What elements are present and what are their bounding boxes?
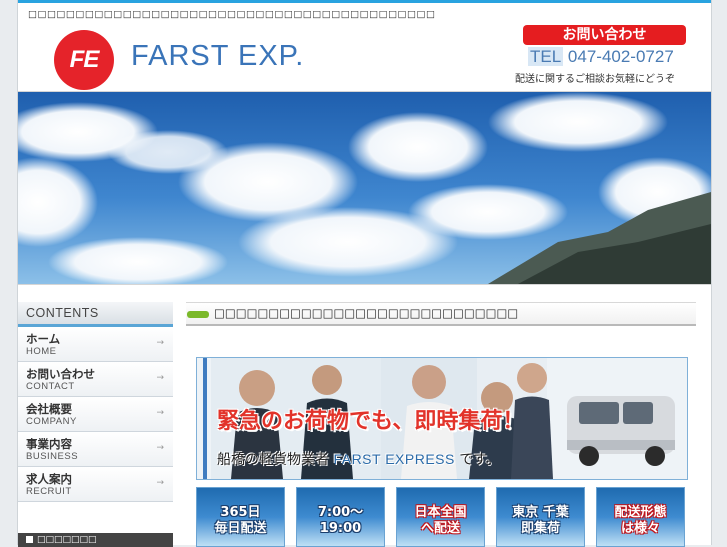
tile-line1: 365日 — [220, 505, 261, 520]
tile-text: 配送形態 は様々 — [597, 505, 684, 537]
nav-label-jp: お問い合わせ — [26, 367, 95, 381]
tile-text: 365日 毎日配送 — [197, 505, 284, 537]
section-title: □□□□□□□□□□□□□□□□□□□□□□□□□□□□ — [214, 306, 519, 320]
tile-text: 7:00～ 19:00 — [297, 505, 384, 537]
contact-button[interactable]: お問い合わせ — [523, 25, 686, 45]
banner-sub-suffix: です。 — [459, 452, 500, 468]
nav-label-jp: ホーム — [26, 332, 61, 346]
nav-label-jp: 求人案内 — [26, 472, 72, 486]
contact-phone: TEL 047-402-0727 — [528, 47, 674, 67]
feature-tiles: 365日 毎日配送 7:00～ 19:00 日本全国 へ配送 東京 千葉 即集荷 — [196, 487, 688, 547]
arrow-right-icon: → — [156, 408, 164, 418]
tile-365-days[interactable]: 365日 毎日配送 — [196, 487, 285, 547]
nav-label-en: BUSINESS — [26, 451, 79, 462]
tile-line1: 7:00～ — [317, 505, 364, 520]
sidebar-title: CONTENTS — [18, 302, 173, 327]
tile-hours[interactable]: 7:00～ 19:00 — [296, 487, 385, 547]
nav-label-en: COMPANY — [26, 416, 77, 427]
page: □□□□□□□□□□□□□□□□□□□□□□□□□□□□□□□□□□□□□□□□… — [17, 0, 712, 547]
arrow-right-icon: → — [156, 478, 164, 488]
tile-tokyo-chiba[interactable]: 東京 千葉 即集荷 — [496, 487, 585, 547]
sidebar-item-home[interactable]: ホーム HOME → — [18, 327, 173, 362]
nav-label-en: HOME — [26, 346, 57, 357]
tel-label: TEL — [528, 47, 564, 66]
main-banner[interactable]: 緊急のお荷物でも、即時集荷！ 船橋の軽貨物業者 FARST EXPRESS です… — [196, 357, 688, 480]
tile-line2: 19:00 — [319, 521, 362, 536]
nav-label-en: RECRUIT — [26, 486, 72, 497]
banner-company-name: FARST EXPRESS — [333, 451, 455, 467]
logo-text[interactable]: FARST EXP. — [131, 40, 304, 73]
tile-line2: は様々 — [620, 521, 660, 536]
sidebar-bottom-banner-label: □□□□□□□ — [37, 535, 97, 545]
tel-number: 047-402-0727 — [567, 47, 674, 66]
sidebar: CONTENTS ホーム HOME → お問い合わせ CONTACT → 会社概… — [18, 302, 173, 502]
nav-label-jp: 会社概要 — [26, 402, 72, 416]
tile-nationwide[interactable]: 日本全国 へ配送 — [396, 487, 485, 547]
banner-subline: 船橋の軽貨物業者 FARST EXPRESS です。 — [217, 449, 500, 469]
sidebar-item-contact[interactable]: お問い合わせ CONTACT → — [18, 362, 173, 397]
hero-sky-image — [18, 91, 711, 285]
arrow-right-icon: → — [156, 373, 164, 383]
tile-line1: 日本全国 — [414, 505, 467, 520]
green-bullet-icon — [187, 311, 209, 318]
tile-text: 東京 千葉 即集荷 — [497, 505, 584, 537]
sidebar-item-company[interactable]: 会社概要 COMPANY → — [18, 397, 173, 432]
arrow-right-icon: → — [156, 338, 164, 348]
header-tagline: □□□□□□□□□□□□□□□□□□□□□□□□□□□□□□□□□□□□□□□□… — [28, 9, 436, 20]
banner-headline: 緊急のお荷物でも、即時集荷！ — [217, 409, 525, 434]
tile-line1: 東京 千葉 — [512, 505, 569, 520]
tile-line2: へ配送 — [420, 521, 460, 536]
tile-line2: 毎日配送 — [214, 521, 267, 536]
hero-sky-illustration — [18, 92, 711, 284]
tile-text: 日本全国 へ配送 — [397, 505, 484, 537]
tile-line1: 配送形態 — [614, 505, 667, 520]
sidebar-item-recruit[interactable]: 求人案内 RECRUIT → — [18, 467, 173, 502]
arrow-right-icon: → — [156, 443, 164, 453]
nav-label-en: CONTACT — [26, 381, 75, 392]
logo-mark[interactable]: FE — [54, 30, 114, 90]
contact-note: 配送に関するご相談お気軽にどうぞ — [515, 74, 675, 85]
nav-label-jp: 事業内容 — [26, 437, 72, 451]
banner-sub-prefix: 船橋の軽貨物業者 — [217, 452, 329, 468]
tile-delivery-types[interactable]: 配送形態 は様々 — [596, 487, 685, 547]
sidebar-item-business[interactable]: 事業内容 BUSINESS → — [18, 432, 173, 467]
tile-line2: 即集荷 — [520, 521, 560, 536]
square-bullet-icon — [26, 536, 33, 543]
section-heading: □□□□□□□□□□□□□□□□□□□□□□□□□□□□ — [186, 302, 696, 326]
top-accent-bar — [18, 0, 711, 3]
